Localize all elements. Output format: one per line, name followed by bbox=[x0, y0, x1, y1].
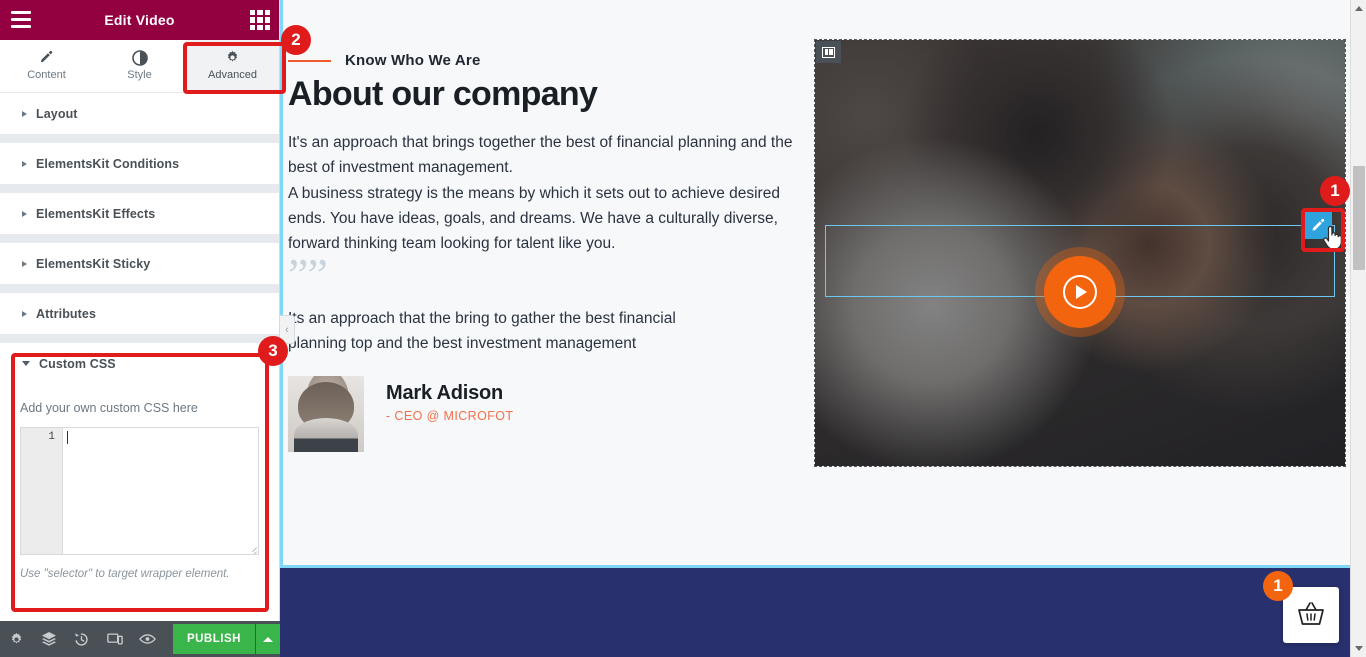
pencil-icon bbox=[39, 49, 54, 66]
section-elementskit-conditions-label: ElementsKit Conditions bbox=[36, 156, 180, 171]
preview-frame-bottom-edge bbox=[280, 565, 1350, 568]
custom-css-editor[interactable]: 1 bbox=[20, 427, 259, 555]
hamburger-icon[interactable] bbox=[11, 11, 31, 28]
history-revisions-icon[interactable] bbox=[66, 621, 99, 657]
gear-icon bbox=[225, 49, 240, 66]
contrast-half-circle-icon bbox=[131, 49, 148, 66]
section-custom-css-label: Custom CSS bbox=[39, 356, 116, 371]
preview-eye-icon[interactable] bbox=[131, 621, 164, 657]
site-footer-strip bbox=[280, 568, 1350, 657]
author-role: - CEO @ MICROFOT bbox=[386, 409, 514, 423]
text-caret bbox=[67, 431, 68, 444]
layers-navigator-icon[interactable] bbox=[33, 621, 66, 657]
author-name: Mark Adison bbox=[386, 382, 504, 404]
chevron-right-icon bbox=[22, 110, 27, 117]
responsive-mode-icon[interactable] bbox=[98, 621, 131, 657]
scroll-up-arrow-icon[interactable] bbox=[1351, 0, 1366, 17]
tab-advanced-label: Advanced bbox=[208, 69, 257, 81]
preview-frame-left-edge bbox=[280, 0, 283, 568]
panel-header: Edit Video bbox=[0, 0, 279, 40]
section-layout[interactable]: Layout bbox=[0, 93, 279, 134]
custom-css-footnote: Use "selector" to target wrapper element… bbox=[20, 568, 230, 580]
author-meta: Mark Adison - CEO @ MICROFOT bbox=[386, 376, 513, 423]
publish-button[interactable]: PUBLISH bbox=[172, 624, 256, 654]
play-triangle bbox=[1076, 285, 1087, 299]
chevron-right-icon bbox=[22, 210, 27, 217]
panel-collapse-chevron-left-icon[interactable]: ‹ bbox=[280, 315, 295, 344]
section-attributes[interactable]: Attributes bbox=[0, 293, 279, 334]
preview-canvas[interactable]: Know Who We Are About our company It's a… bbox=[280, 0, 1350, 657]
tab-style[interactable]: Style bbox=[93, 40, 186, 92]
play-ring bbox=[1063, 275, 1097, 309]
about-paragraph-1: It's an approach that brings together th… bbox=[288, 134, 793, 176]
editor-panel: Edit Video Content Style Advanced Layout… bbox=[0, 0, 280, 657]
section-divider bbox=[0, 184, 279, 193]
chevron-right-icon bbox=[22, 260, 27, 267]
elementor-editor-screen: Know Who We Are About our company It's a… bbox=[0, 0, 1366, 657]
section-elementskit-effects-label: ElementsKit Effects bbox=[36, 206, 156, 221]
eyebrow-divider-line bbox=[288, 59, 331, 62]
section-attributes-label: Attributes bbox=[36, 306, 97, 321]
grid-apps-icon[interactable] bbox=[250, 10, 270, 30]
section-elementskit-effects[interactable]: ElementsKit Effects bbox=[0, 193, 279, 234]
custom-css-body: Add your own custom CSS here 1 Use "sele… bbox=[0, 384, 279, 583]
chevron-down-icon bbox=[22, 361, 30, 366]
preview-canvas-inner: Know Who We Are About our company It's a… bbox=[280, 0, 1350, 657]
panel-sections: Layout ElementsKit Conditions ElementsKi… bbox=[0, 93, 279, 583]
custom-css-hint: Add your own custom CSS here bbox=[20, 401, 198, 415]
section-divider bbox=[0, 134, 279, 143]
tab-content[interactable]: Content bbox=[0, 40, 93, 92]
columns-glyph bbox=[822, 46, 835, 58]
video-edit-handle[interactable] bbox=[1305, 212, 1332, 239]
section-elementskit-conditions[interactable]: ElementsKit Conditions bbox=[0, 143, 279, 184]
section-custom-css[interactable]: Custom CSS bbox=[0, 343, 279, 384]
section-divider bbox=[0, 334, 279, 343]
testimonial-quote: Its an approach that the bring to gather… bbox=[288, 310, 676, 352]
about-paragraph-2: A business strategy is the means by whic… bbox=[288, 185, 780, 252]
section-layout-label: Layout bbox=[36, 106, 78, 121]
custom-css-input[interactable] bbox=[63, 428, 258, 554]
avatar bbox=[288, 376, 364, 452]
about-eyebrow: Know Who We Are bbox=[288, 52, 481, 69]
pencil-edit-icon bbox=[1312, 218, 1325, 231]
settings-gear-icon[interactable] bbox=[0, 621, 33, 657]
page-scrollbar[interactable] bbox=[1350, 0, 1366, 657]
shopping-basket-icon bbox=[1298, 602, 1324, 625]
section-divider bbox=[0, 234, 279, 243]
editor-gutter: 1 bbox=[21, 428, 63, 554]
tab-advanced[interactable]: Advanced bbox=[186, 40, 279, 92]
floating-cart-button[interactable] bbox=[1283, 587, 1339, 643]
section-elementskit-sticky[interactable]: ElementsKit Sticky bbox=[0, 243, 279, 284]
panel-footer-toolbar: PUBLISH bbox=[0, 621, 280, 657]
section-divider bbox=[0, 284, 279, 293]
scrollbar-thumb[interactable] bbox=[1353, 166, 1365, 270]
tab-style-label: Style bbox=[127, 69, 152, 81]
video-widget[interactable] bbox=[814, 39, 1346, 467]
section-elementskit-sticky-label: ElementsKit Sticky bbox=[36, 256, 151, 271]
about-title: About our company bbox=[288, 75, 598, 113]
testimonial-author: Mark Adison - CEO @ MICROFOT bbox=[288, 376, 808, 452]
chevron-right-icon bbox=[22, 310, 27, 317]
panel-tabs: Content Style Advanced bbox=[0, 40, 279, 93]
play-circle-icon[interactable] bbox=[1044, 256, 1116, 328]
scroll-down-arrow-icon[interactable] bbox=[1351, 640, 1366, 657]
publish-options-caret-up-icon[interactable] bbox=[256, 624, 280, 654]
quotation-mark-icon: ”” bbox=[288, 249, 328, 300]
panel-title: Edit Video bbox=[104, 12, 175, 28]
tab-content-label: Content bbox=[27, 69, 66, 81]
chevron-right-icon bbox=[22, 160, 27, 167]
testimonial-block: ”” Its an approach that the bring to gat… bbox=[288, 249, 808, 452]
editor-resize-handle[interactable] bbox=[245, 541, 257, 553]
columns-layout-icon[interactable] bbox=[816, 41, 841, 63]
about-eyebrow-text: Know Who We Are bbox=[345, 52, 481, 69]
